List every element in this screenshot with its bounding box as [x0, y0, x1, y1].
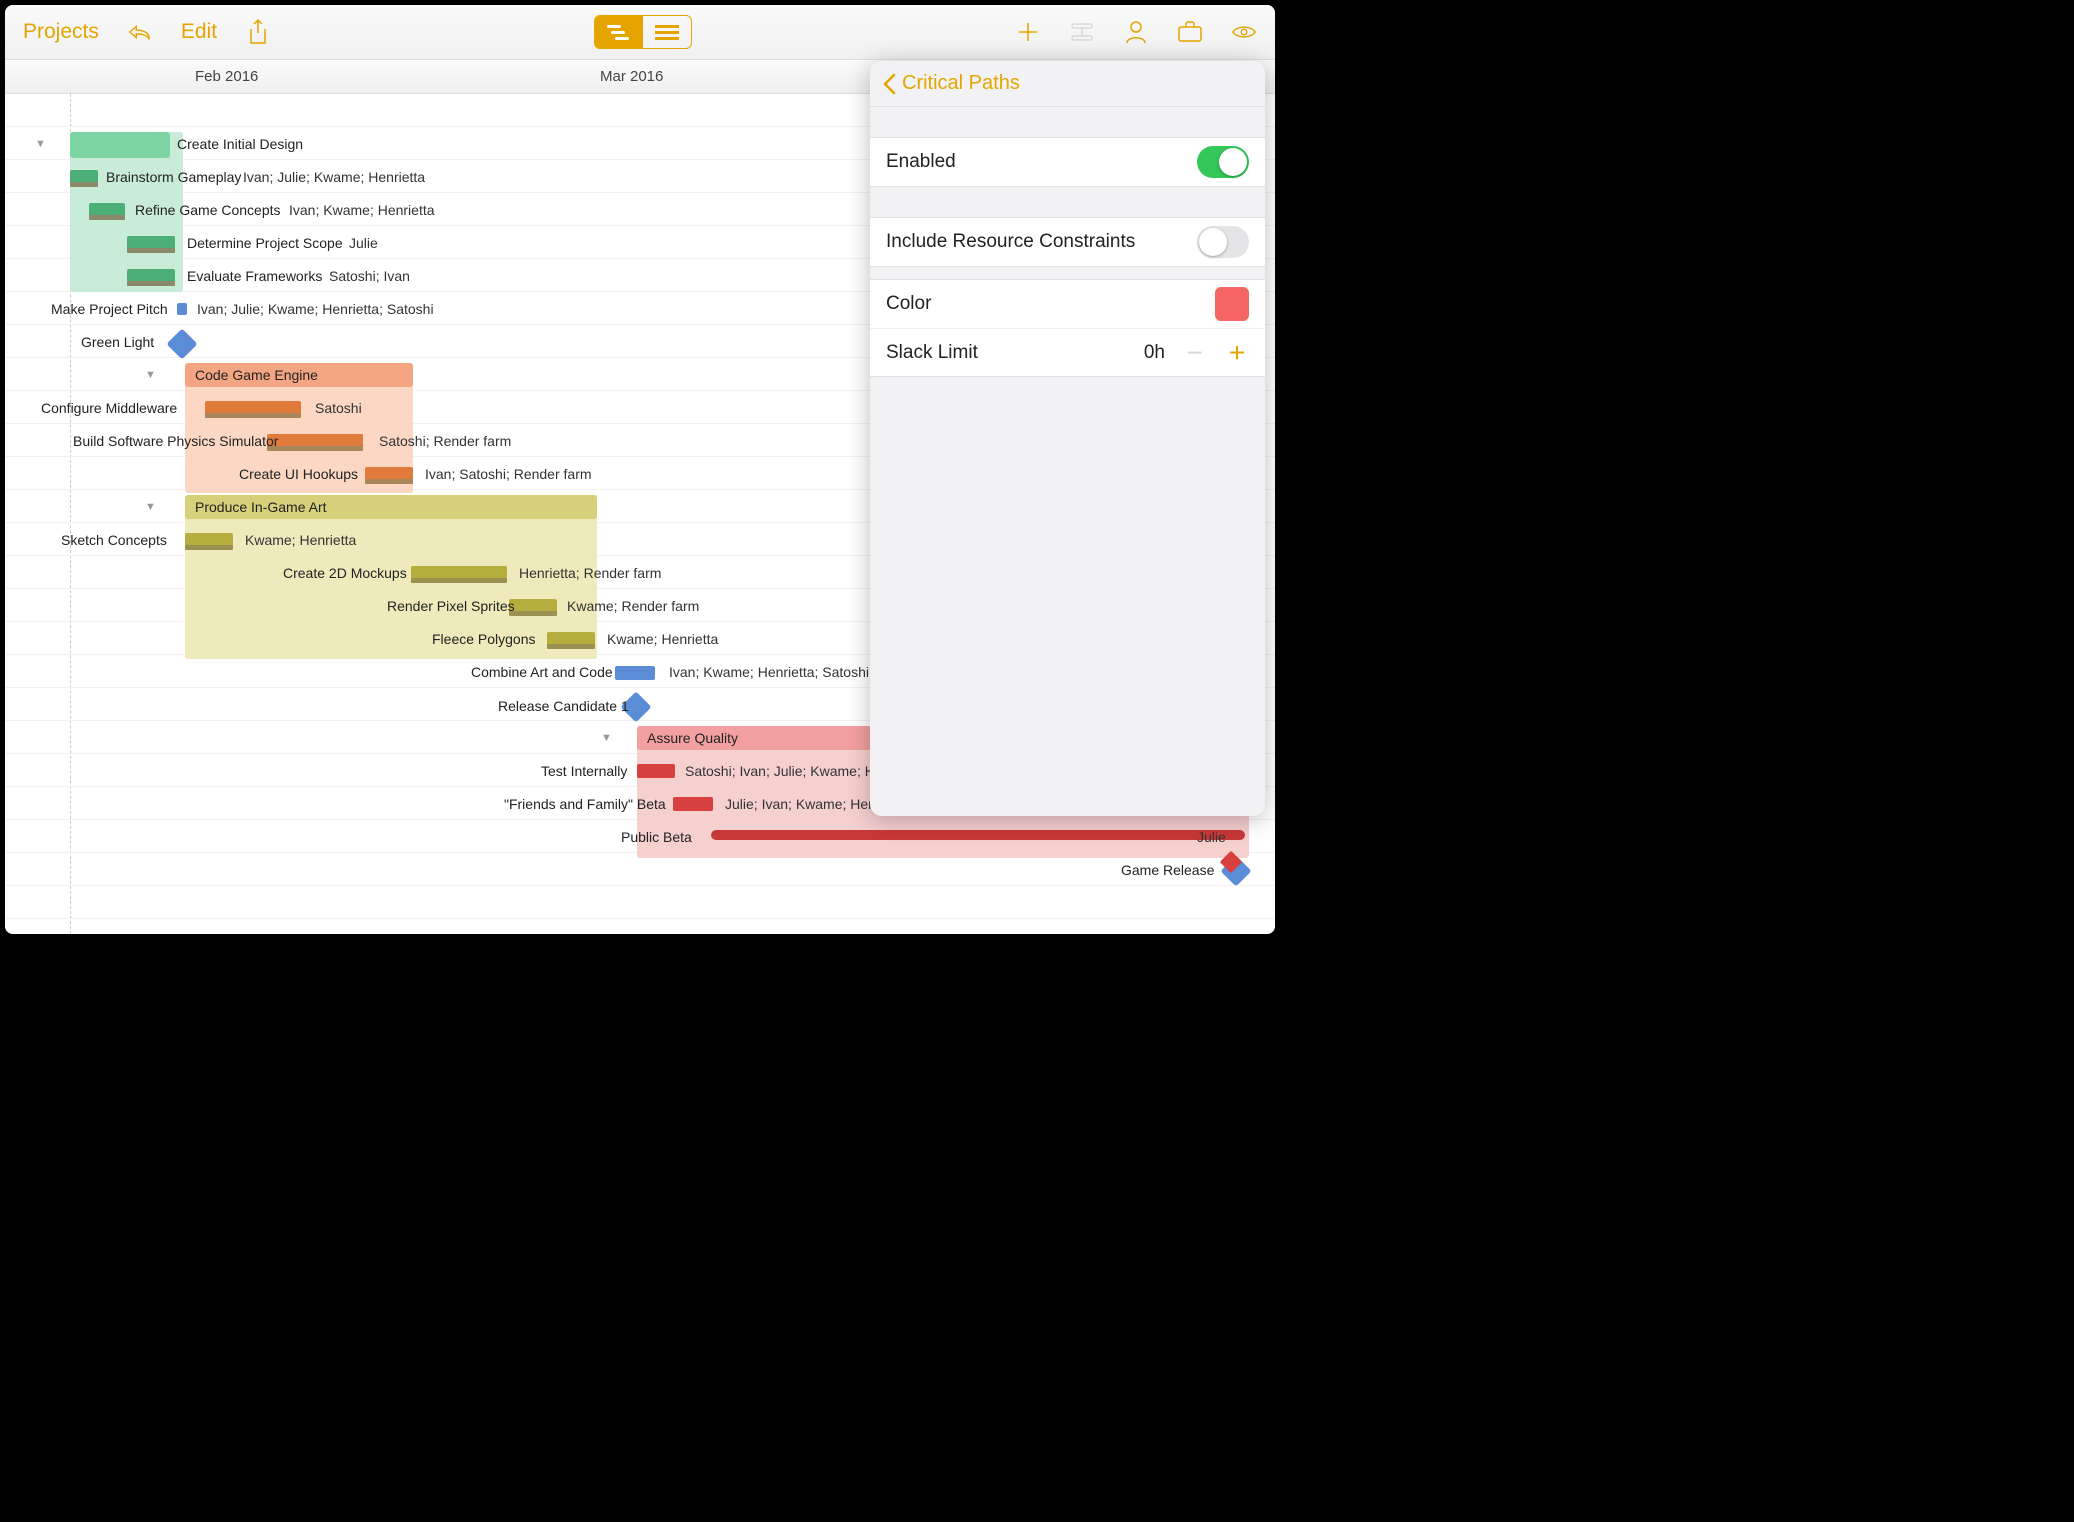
include-resource-row: Include Resource Constraints: [870, 218, 1265, 266]
task-label: Produce In-Game Art: [195, 499, 327, 515]
color-row[interactable]: Color: [870, 280, 1265, 328]
task-label: Sketch Concepts: [61, 532, 167, 548]
back-button[interactable]: [882, 73, 896, 95]
eye-icon[interactable]: [1231, 19, 1257, 45]
task-resources: Henrietta; Render farm: [519, 565, 661, 581]
task-resources: Julie: [1197, 829, 1226, 845]
task-label: Brainstorm Gameplay: [106, 169, 241, 185]
task-label: Render Pixel Sprites: [387, 598, 515, 614]
task-resources: Ivan; Julie; Kwame; Henrietta; Satoshi: [197, 301, 434, 317]
task-label: Fleece Polygons: [432, 631, 536, 647]
task-bar[interactable]: [637, 764, 675, 778]
toolbar: Projects Edit: [5, 5, 1275, 60]
slack-limit-row: Slack Limit 0h − +: [870, 328, 1265, 376]
task-label: Public Beta: [621, 829, 692, 845]
task-resources: Kwame; Render farm: [567, 598, 699, 614]
month-label: Feb 2016: [195, 68, 258, 85]
task-resources: Satoshi; Ivan: [329, 268, 410, 284]
disclosure-icon[interactable]: ▼: [35, 138, 46, 150]
task-resources: Kwame; Henrietta: [607, 631, 718, 647]
share-button[interactable]: [245, 19, 271, 45]
task-bar[interactable]: [177, 303, 187, 315]
month-label: Mar 2016: [600, 68, 663, 85]
task-label: Create 2D Mockups: [283, 565, 407, 581]
task-resources: Kwame; Henrietta: [245, 532, 356, 548]
task-bar[interactable]: [673, 797, 713, 811]
task-label: Refine Game Concepts: [135, 202, 281, 218]
task-label: Create Initial Design: [177, 136, 303, 152]
tasks-icon[interactable]: [1069, 19, 1095, 45]
task-label: Game Release: [1121, 862, 1214, 878]
enabled-row: Enabled: [870, 138, 1265, 186]
add-button[interactable]: [1015, 19, 1041, 45]
edit-button[interactable]: Edit: [181, 20, 217, 44]
briefcase-icon[interactable]: [1177, 19, 1203, 45]
task-label: Test Internally: [541, 763, 627, 779]
task-label: Combine Art and Code: [471, 664, 613, 680]
task-label: Assure Quality: [647, 730, 738, 746]
task-resources: Ivan; Julie; Kwame; Henrietta: [243, 169, 425, 185]
slack-limit-label: Slack Limit: [886, 342, 978, 364]
task-label: Build Software Physics Simulator: [73, 433, 278, 449]
task-resources: Satoshi; Render farm: [379, 433, 511, 449]
view-segmented-control[interactable]: [594, 15, 692, 49]
critical-paths-popover: Critical Paths Enabled Include Resource …: [870, 61, 1265, 816]
minus-button[interactable]: −: [1183, 337, 1207, 369]
gantt-view-button[interactable]: [595, 16, 643, 48]
task-label: Create UI Hookups: [239, 466, 358, 482]
disclosure-icon[interactable]: ▼: [601, 732, 612, 744]
task-label: Determine Project Scope: [187, 235, 343, 251]
undo-button[interactable]: [127, 19, 153, 45]
color-swatch[interactable]: [1215, 287, 1249, 321]
task-label: Release Candidate 1: [498, 698, 629, 714]
enabled-switch[interactable]: [1197, 146, 1249, 178]
task-label: Make Project Pitch: [51, 301, 168, 317]
color-label: Color: [886, 293, 931, 315]
include-resource-switch[interactable]: [1197, 226, 1249, 258]
task-resources: Julie: [349, 235, 378, 251]
task-resources: Ivan; Kwame; Henrietta: [289, 202, 435, 218]
task-resources: Satoshi: [315, 400, 362, 416]
task-label: Code Game Engine: [195, 367, 318, 383]
task-bar[interactable]: [615, 666, 655, 680]
task-label: Configure Middleware: [41, 400, 177, 416]
include-resource-label: Include Resource Constraints: [886, 231, 1135, 253]
person-icon[interactable]: [1123, 19, 1149, 45]
projects-button[interactable]: Projects: [23, 20, 99, 44]
task-bar[interactable]: [70, 132, 170, 158]
outline-view-button[interactable]: [643, 16, 691, 48]
task-bar[interactable]: [711, 830, 1245, 840]
disclosure-icon[interactable]: ▼: [145, 501, 156, 513]
slack-value: 0h: [1144, 342, 1165, 364]
disclosure-icon[interactable]: ▼: [145, 369, 156, 381]
task-resources: Ivan; Satoshi; Render farm: [425, 466, 592, 482]
task-label: Evaluate Frameworks: [187, 268, 322, 284]
enabled-label: Enabled: [886, 151, 956, 173]
task-label: "Friends and Family" Beta: [504, 796, 666, 812]
task-label: Green Light: [81, 334, 154, 350]
popover-title: Critical Paths: [902, 72, 1020, 95]
plus-button[interactable]: +: [1225, 337, 1249, 369]
